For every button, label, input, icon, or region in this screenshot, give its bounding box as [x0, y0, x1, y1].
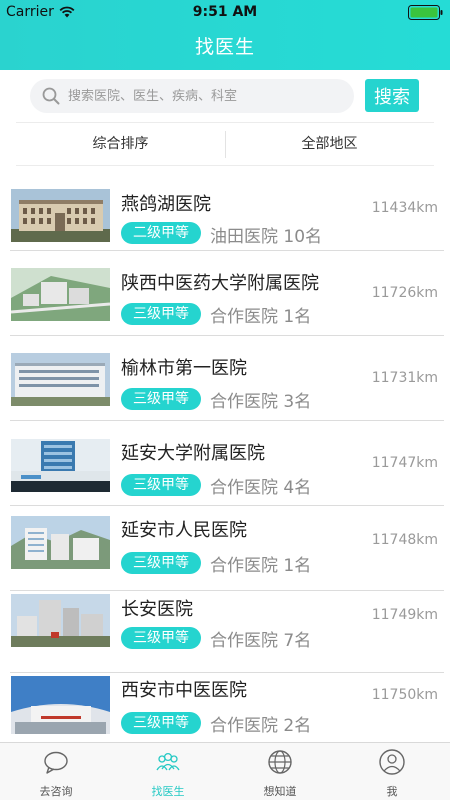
- hospital-info: 合作医院 3名: [210, 392, 312, 412]
- hospital-name: 西安市中医医院: [121, 680, 247, 701]
- filter-bar: 综合排序 全部地区: [16, 122, 434, 166]
- hospital-item[interactable]: 西安市中医医院 三级甲等 合作医院 2名 11750km: [0, 676, 450, 742]
- hospital-name: 榆林市第一医院: [121, 358, 247, 379]
- tab-find-doctor[interactable]: 找医生: [112, 743, 224, 800]
- hospital-distance: 11731km: [371, 370, 438, 386]
- clock: 9:51 AM: [192, 4, 258, 20]
- hospital-level-badge: 二级甲等: [121, 222, 201, 244]
- hospital-info: 合作医院 1名: [210, 556, 312, 576]
- header: Carrier 9:51 AM 找医生: [0, 0, 450, 70]
- hospital-distance: 11749km: [371, 607, 438, 623]
- hospital-distance: 11748km: [371, 532, 438, 548]
- tab-want-to-know[interactable]: 想知道: [224, 743, 336, 800]
- hospital-name: 延安市人民医院: [121, 520, 247, 541]
- region-filter[interactable]: 全部地区: [225, 123, 434, 166]
- hospital-item[interactable]: 延安市人民医院 三级甲等 合作医院 1名 11748km: [0, 506, 450, 591]
- chat-bubble-icon: [44, 751, 68, 774]
- hospital-name: 燕鸽湖医院: [121, 194, 211, 215]
- hospital-level-badge: 三级甲等: [121, 388, 201, 410]
- hospital-distance: 11726km: [371, 285, 438, 301]
- hospital-name: 陕西中医药大学附属医院: [121, 273, 319, 294]
- hospital-item[interactable]: 榆林市第一医院 三级甲等 合作医院 3名 11731km: [0, 336, 450, 421]
- hospital-list: 燕鸽湖医院 二级甲等 油田医院 10名 11434km 陕西中医药大学附属医院 …: [0, 166, 450, 742]
- hospital-info: 合作医院 4名: [210, 478, 312, 498]
- status-bar: Carrier 9:51 AM: [0, 0, 450, 24]
- hospital-level-badge: 三级甲等: [121, 627, 201, 649]
- globe-icon: [268, 750, 292, 774]
- user-icon: [379, 749, 405, 775]
- battery-icon: [408, 5, 443, 20]
- search-box[interactable]: [30, 79, 354, 113]
- tab-label: 去咨询: [39, 785, 73, 798]
- hospital-name: 长安医院: [121, 599, 193, 620]
- hospital-photo: [11, 353, 110, 406]
- hospital-photo: [11, 189, 110, 242]
- tab-consult[interactable]: 去咨询: [0, 743, 112, 800]
- tab-label: 我: [386, 785, 398, 798]
- hospital-photo: [11, 268, 110, 321]
- search-input[interactable]: [68, 79, 348, 113]
- hospital-level-badge: 三级甲等: [121, 303, 201, 325]
- hospital-level-badge: 三级甲等: [121, 712, 201, 734]
- divider: [10, 672, 444, 673]
- tab-me[interactable]: 我: [336, 743, 448, 800]
- tab-label: 想知道: [263, 785, 297, 798]
- hospital-photo: [11, 439, 110, 492]
- hospital-info: 油田医院 10名: [210, 227, 323, 247]
- hospital-level-badge: 三级甲等: [121, 474, 201, 496]
- doctors-icon: [156, 752, 180, 771]
- hospital-item[interactable]: 长安医院 三级甲等 合作医院 7名 11749km: [0, 591, 450, 676]
- hospital-info: 合作医院 7名: [210, 631, 312, 651]
- hospital-info: 合作医院 1名: [210, 307, 312, 327]
- hospital-photo: [11, 516, 110, 569]
- hospital-info: 合作医院 2名: [210, 716, 312, 736]
- hospital-photo: [11, 676, 110, 734]
- hospital-item[interactable]: 陕西中医药大学附属医院 三级甲等 合作医院 1名 11726km: [0, 251, 450, 336]
- tab-bar: 去咨询 找医生 想知道 我: [0, 742, 450, 800]
- hospital-item[interactable]: 燕鸽湖医院 二级甲等 油田医院 10名 11434km: [0, 166, 450, 251]
- hospital-distance: 11747km: [371, 455, 438, 471]
- tab-label: 找医生: [151, 785, 185, 798]
- hospital-name: 延安大学附属医院: [121, 443, 265, 464]
- hospital-distance: 11750km: [371, 687, 438, 703]
- search-button[interactable]: 搜索: [365, 79, 419, 112]
- hospital-level-badge: 三级甲等: [121, 552, 201, 574]
- hospital-item[interactable]: 延安大学附属医院 三级甲等 合作医院 4名 11747km: [0, 421, 450, 506]
- search-bar: 搜索: [0, 70, 450, 122]
- search-icon: [42, 87, 60, 105]
- hospital-distance: 11434km: [371, 200, 438, 216]
- sort-filter[interactable]: 综合排序: [16, 123, 225, 166]
- hospital-photo: [11, 594, 110, 647]
- page-title: 找医生: [194, 36, 255, 58]
